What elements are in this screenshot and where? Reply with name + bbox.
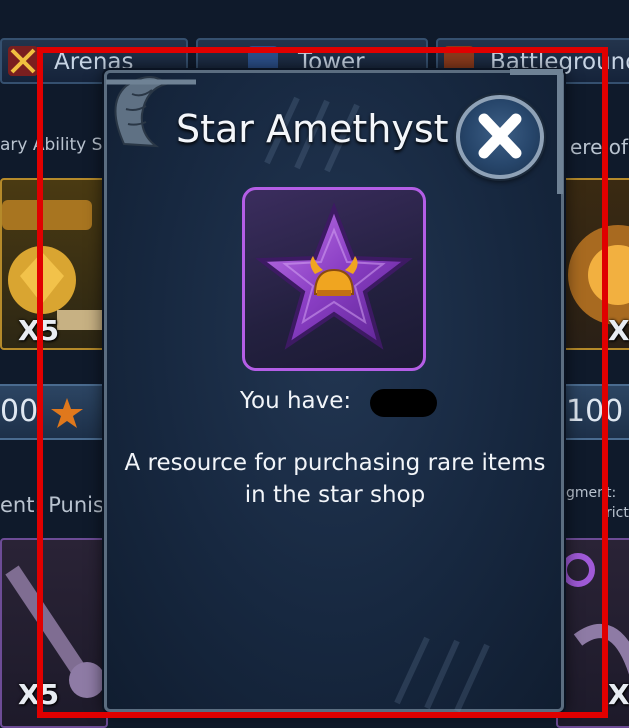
modal-title: Star Amethyst bbox=[176, 107, 449, 151]
price-button[interactable]: 00 bbox=[0, 384, 108, 440]
item-icon-frame bbox=[242, 187, 426, 371]
crossed-swords-icon bbox=[8, 46, 38, 76]
item-quantity: X5 bbox=[18, 314, 60, 347]
close-icon bbox=[478, 113, 522, 159]
price-value: 100 bbox=[566, 394, 624, 429]
column-label: ary Ability S bbox=[0, 135, 103, 155]
claw-mark-decoration bbox=[394, 636, 490, 713]
shop-item-card[interactable]: X5 bbox=[0, 178, 108, 350]
column-label: gment: bbox=[566, 485, 617, 501]
shop-item-card[interactable]: X bbox=[556, 538, 629, 728]
item-quantity: X2 bbox=[608, 314, 629, 347]
close-button[interactable] bbox=[456, 95, 544, 179]
item-quantity: X bbox=[608, 678, 629, 711]
redacted-owned-count bbox=[370, 389, 437, 417]
shop-item-card[interactable]: X5 bbox=[0, 538, 108, 728]
item-description: A resource for purchasing rare items in … bbox=[124, 450, 546, 508]
column-label: ent: Punis bbox=[0, 493, 104, 517]
owned-count-label: You have: bbox=[240, 388, 352, 414]
column-label: rict bbox=[606, 505, 629, 521]
price-button[interactable]: 100 bbox=[556, 384, 629, 440]
star-currency-icon bbox=[51, 398, 83, 428]
star-amethyst-icon bbox=[255, 202, 413, 350]
column-label: ere of bbox=[570, 135, 629, 159]
item-quantity: X5 bbox=[18, 678, 60, 711]
price-value: 00 bbox=[0, 394, 39, 429]
